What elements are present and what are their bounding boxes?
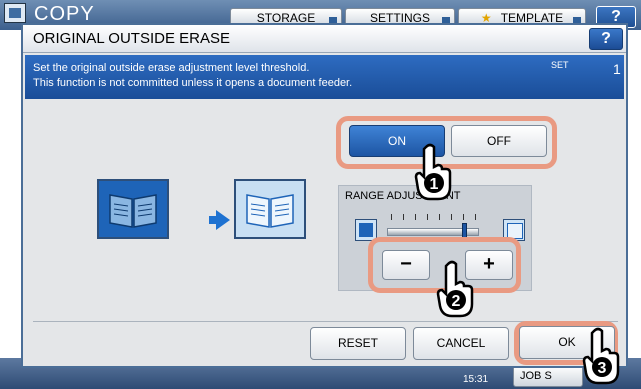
- dialog-message-bar: Set the original outside erase adjustmen…: [25, 55, 624, 99]
- slider-tick: [451, 214, 452, 220]
- slider-tick: [475, 214, 476, 220]
- dialog-message: Set the original outside erase adjustmen…: [33, 61, 352, 91]
- book-light-icon: [234, 179, 306, 239]
- minus-button[interactable]: −: [382, 250, 430, 280]
- cancel-button[interactable]: CANCEL: [413, 327, 509, 360]
- slider-tick: [439, 214, 440, 220]
- clock-time: 15:31: [463, 374, 489, 385]
- slider-tick: [403, 214, 404, 220]
- copy-app-icon: [4, 3, 26, 23]
- set-label: SET: [551, 60, 569, 70]
- off-button[interactable]: OFF: [451, 125, 547, 157]
- callout-number-2: 2: [452, 293, 461, 310]
- hand-pointer-icon: 3: [582, 327, 620, 385]
- slider-tick: [463, 214, 464, 220]
- hand-pointer-icon: 1: [414, 143, 452, 201]
- arrow-right-icon: [216, 210, 230, 230]
- slider-tick: [427, 214, 428, 220]
- slider-tick: [415, 214, 416, 220]
- callout-number-3: 3: [598, 360, 607, 377]
- job-status-button[interactable]: JOB S: [513, 365, 583, 387]
- callout-number-1: 1: [430, 176, 439, 193]
- reset-button[interactable]: RESET: [310, 327, 406, 360]
- original-outside-erase-dialog: ORIGINAL OUTSIDE ERASE ? Set the origina…: [21, 23, 628, 368]
- dialog-title-bar: ORIGINAL OUTSIDE ERASE ?: [23, 25, 626, 53]
- book-dark-icon: [97, 179, 169, 239]
- dialog-help-button[interactable]: ?: [589, 28, 623, 50]
- hand-pointer-icon: 2: [436, 260, 474, 318]
- dialog-title: ORIGINAL OUTSIDE ERASE: [33, 30, 230, 47]
- set-number: 1: [613, 61, 621, 77]
- message-line-1: Set the original outside erase adjustmen…: [33, 62, 310, 74]
- slider-tick: [391, 214, 392, 220]
- message-line-2: This function is not committed unless it…: [33, 77, 353, 89]
